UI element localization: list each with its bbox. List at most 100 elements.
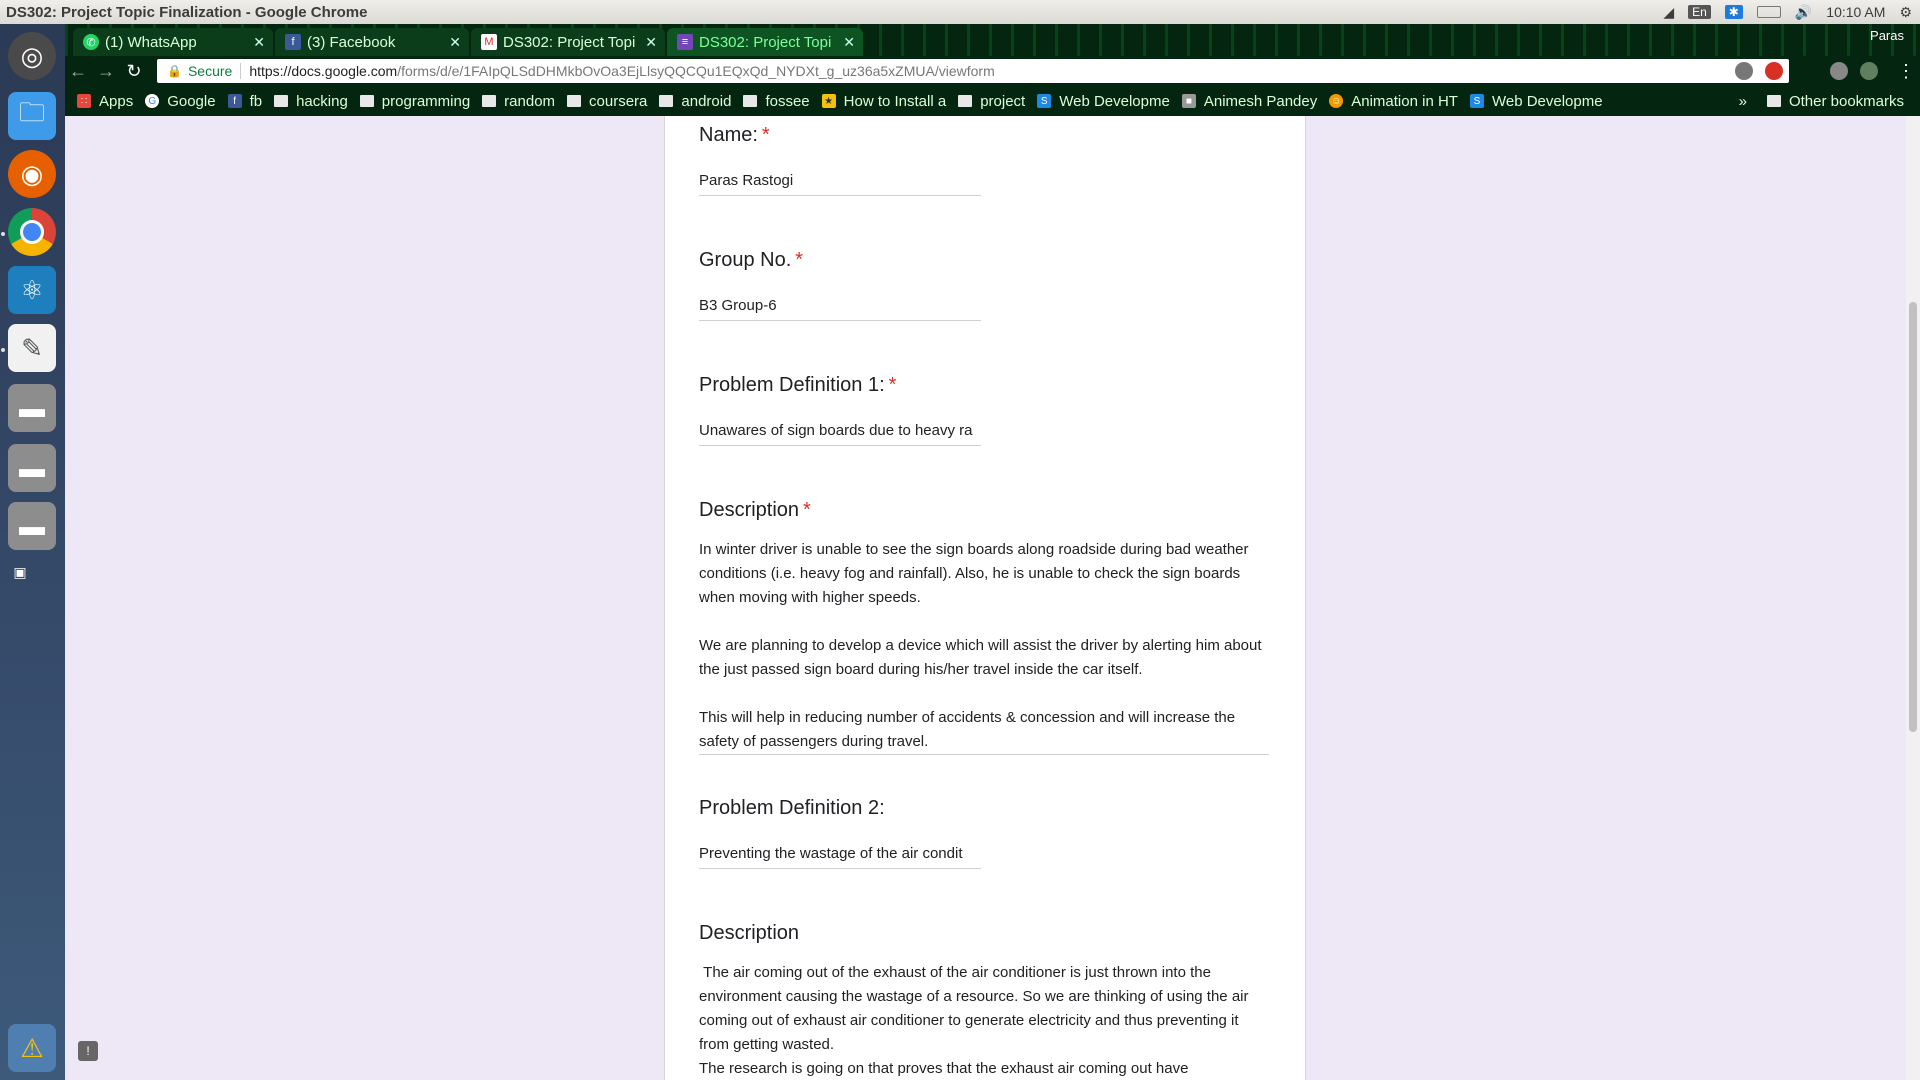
more-bookmarks-chevron-icon[interactable]: »	[1739, 93, 1747, 110]
close-icon[interactable]: ✕	[253, 34, 265, 51]
bookmark-folder[interactable]: android	[659, 93, 731, 110]
question-title: Description	[699, 922, 800, 944]
name-field[interactable]: Paras Rastogi	[699, 172, 981, 196]
clock[interactable]: 10:10 AM	[1826, 4, 1885, 20]
google-icon: G	[145, 94, 160, 108]
other-bookmarks[interactable]: Other bookmarks	[1766, 93, 1904, 110]
site-icon: ■	[1181, 94, 1196, 108]
required-asterisk: *	[803, 499, 811, 521]
workspace-switcher-icon[interactable]: ▣	[8, 562, 32, 582]
bookmark-fb[interactable]: f fb	[227, 93, 262, 110]
tab-gmail[interactable]: M DS302: Project Topi ✕	[471, 28, 665, 56]
close-icon[interactable]: ✕	[843, 34, 855, 51]
page-scrollbar[interactable]	[1906, 116, 1920, 1080]
question-title: Description *	[699, 499, 811, 521]
question-title: Name: *	[699, 124, 770, 146]
firefox-icon[interactable]: ◉	[8, 150, 56, 198]
power-gear-icon[interactable]: ⚙	[1899, 4, 1912, 21]
site-icon: S	[1037, 94, 1052, 108]
bookmark-folder[interactable]: hacking	[274, 93, 348, 110]
atom-icon[interactable]: ⚛	[8, 266, 56, 314]
extension-icon[interactable]	[1765, 62, 1783, 80]
description-1-textarea[interactable]: In winter driver is unable to see the si…	[699, 538, 1269, 754]
back-arrow-icon[interactable]: ←	[67, 60, 89, 82]
tab-label: (3) Facebook	[307, 33, 396, 51]
problem-definition-1-field[interactable]: Unawares of sign boards due to heavy ra	[699, 422, 981, 446]
battery-icon[interactable]	[1756, 6, 1781, 18]
folder-icon	[274, 95, 289, 107]
folder-icon	[567, 95, 582, 107]
bookmark-folder[interactable]: project	[958, 93, 1025, 110]
wifi-icon[interactable]: ◢	[1663, 4, 1674, 21]
site-icon: S	[1469, 94, 1484, 108]
folder-icon	[958, 95, 973, 107]
feedback-icon[interactable]: !	[78, 1041, 98, 1061]
tab-label: DS302: Project Topi	[503, 33, 636, 51]
site-icon: ☺	[1329, 94, 1344, 108]
bookmark-link[interactable]: S Web Developme	[1469, 93, 1603, 110]
bookmark-folder[interactable]: programming	[359, 93, 470, 110]
tab-strip: ✆ (1) WhatsApp ✕ f (3) Facebook ✕ M DS30…	[65, 24, 1920, 56]
tab-google-forms[interactable]: ≡ DS302: Project Topi ✕	[667, 28, 863, 56]
forward-arrow-icon[interactable]: →	[95, 60, 117, 82]
bulb-icon: ★	[821, 94, 836, 108]
updates-warning-icon[interactable]: ⚠	[8, 1024, 56, 1072]
secure-label: Secure	[188, 63, 242, 79]
apps-grid-icon: ∷	[77, 94, 91, 108]
bookmark-folder[interactable]: fossee	[743, 93, 810, 110]
form-card: Name: * Paras Rastogi Group No. * B3 Group…	[664, 116, 1306, 1080]
field-underline	[699, 754, 1269, 755]
close-icon[interactable]: ✕	[645, 34, 657, 51]
reload-icon[interactable]: ↻	[123, 60, 145, 82]
disk-drive-icon[interactable]: ▬	[8, 502, 56, 550]
required-asterisk: *	[795, 249, 804, 271]
bookmark-link[interactable]: S Web Developme	[1037, 93, 1170, 110]
extension-icon[interactable]	[1830, 62, 1848, 80]
bookmark-link[interactable]: ☺ Animation in HT	[1329, 93, 1458, 110]
group-number-field[interactable]: B3 Group-6	[699, 297, 981, 321]
top-panel: DS302: Project Topic Finalization - Goog…	[0, 0, 1920, 24]
folder-icon	[743, 95, 758, 107]
folder-icon	[359, 95, 374, 107]
tab-label: (1) WhatsApp	[105, 33, 197, 51]
gmail-icon: M	[481, 34, 497, 50]
page-content: Name: * Paras Rastogi Group No. * B3 Group…	[65, 116, 1920, 1080]
profile-name[interactable]: Paras	[1870, 28, 1904, 43]
chrome-icon[interactable]	[8, 208, 56, 256]
bookmark-folder[interactable]: coursera	[567, 93, 647, 110]
browser-toolbar: ← → ↻ 🔒 Secure https://docs.google.com /…	[65, 56, 1920, 86]
system-indicators: ◢ En ✱ 🔊 10:10 AM ⚙	[1663, 4, 1920, 21]
menu-kebab-icon[interactable]: ⋮	[1895, 60, 1917, 82]
keyboard-layout-indicator[interactable]: En	[1688, 5, 1711, 19]
running-indicator	[1, 232, 5, 236]
volume-icon[interactable]: 🔊	[1795, 4, 1812, 21]
bookmarks-bar: ∷ Apps G Google f fb hacking programming ra…	[65, 86, 1920, 116]
disk-drive-icon[interactable]: ▬	[8, 384, 56, 432]
required-asterisk: *	[888, 374, 897, 396]
close-icon[interactable]: ✕	[449, 34, 461, 51]
facebook-icon: f	[227, 94, 242, 108]
download-extension-icon[interactable]	[1735, 62, 1753, 80]
ubuntu-dash-icon[interactable]: ◎	[8, 32, 56, 80]
bluetooth-icon[interactable]: ✱	[1724, 5, 1743, 19]
bookmark-folder[interactable]: random	[482, 93, 555, 110]
problem-definition-2-field[interactable]: Preventing the wastage of the air condit	[699, 845, 981, 869]
tab-facebook[interactable]: f (3) Facebook ✕	[275, 28, 469, 56]
bookmark-apps[interactable]: ∷ Apps	[77, 93, 133, 110]
question-title: Problem Definition 1: *	[699, 374, 897, 396]
address-bar[interactable]: 🔒 Secure https://docs.google.com /forms/…	[157, 59, 1789, 83]
bookmark-link[interactable]: ■ Animesh Pandey	[1181, 93, 1317, 110]
bookmark-google[interactable]: G Google	[145, 93, 216, 110]
disk-drive-icon[interactable]: ▬	[8, 444, 56, 492]
scrollbar-thumb[interactable]	[1909, 302, 1917, 732]
bookmark-link[interactable]: ★ How to Install a	[821, 93, 946, 110]
tab-whatsapp[interactable]: ✆ (1) WhatsApp ✕	[73, 28, 273, 56]
question-title: Problem Definition 2:	[699, 797, 885, 819]
files-icon[interactable]: 🗀	[8, 92, 56, 140]
lock-icon: 🔒	[167, 64, 182, 78]
url-host: https://docs.google.com	[249, 63, 398, 79]
text-editor-icon[interactable]: ✎	[8, 324, 56, 372]
extension-icon[interactable]	[1860, 62, 1878, 80]
running-indicator	[1, 348, 5, 352]
description-2-textarea[interactable]: The air coming out of the exhaust of the…	[699, 961, 1269, 1080]
